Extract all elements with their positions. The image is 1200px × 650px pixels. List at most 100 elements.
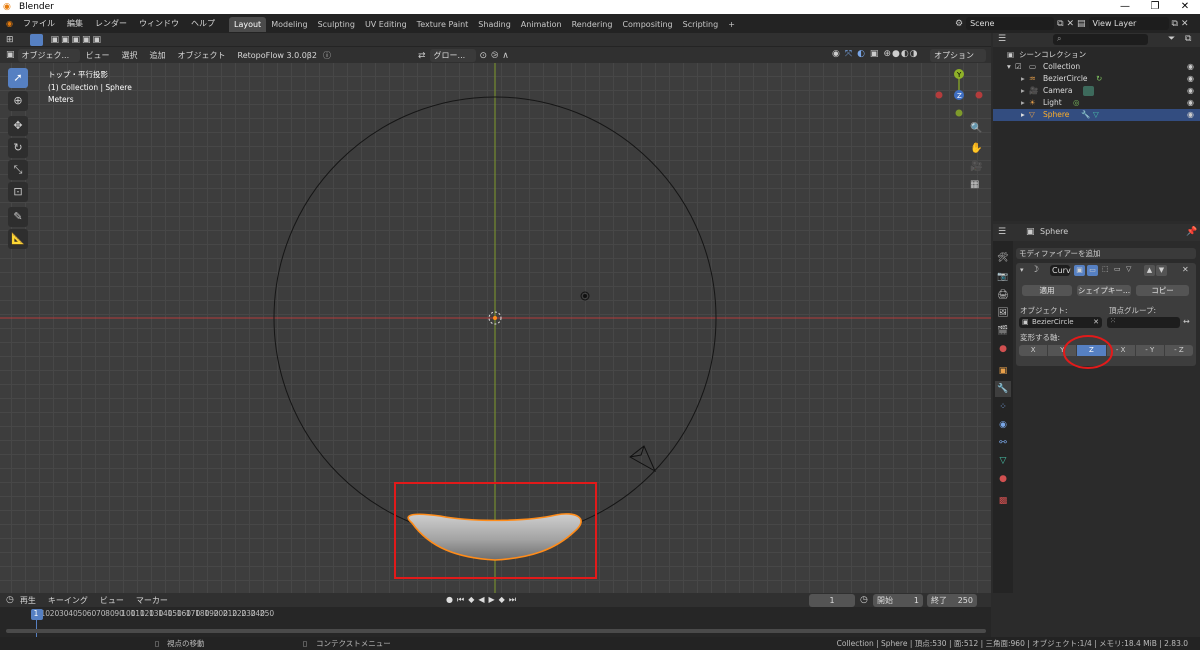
mode-dropdown[interactable]: オブジェク... [17, 48, 80, 62]
copy-button[interactable]: コピー [1136, 285, 1189, 296]
outliner-item-camera[interactable]: ▸ 🎥 Camera ◉ [993, 85, 1200, 97]
delete-view-layer-icon[interactable]: ✕ [1181, 19, 1189, 29]
add-workspace-button[interactable]: + [723, 17, 740, 32]
gizmo-icon[interactable]: ⤧ [845, 49, 852, 59]
play-reverse-icon[interactable]: ◀ [478, 595, 484, 605]
modifier-tab-icon[interactable]: 🔧 [995, 381, 1011, 397]
tool-tab-icon[interactable]: 🛠 [995, 250, 1011, 266]
invert-vgroup-icon[interactable]: ↔ [1183, 317, 1190, 326]
render-toggle-icon[interactable]: ▭ [1114, 265, 1121, 273]
current-frame-field[interactable]: 1 [809, 594, 855, 607]
axis-neg-z-button[interactable]: - Z [1164, 345, 1194, 356]
apply-button[interactable]: 適用 [1022, 285, 1072, 296]
close-window-button[interactable]: ✕ [1170, 0, 1200, 14]
object-tab-icon[interactable]: ▣ [995, 363, 1011, 379]
tab-compositing[interactable]: Compositing [617, 17, 677, 32]
remove-modifier-icon[interactable]: ✕ [1182, 265, 1189, 274]
pivot-icon[interactable]: ⊙ [480, 51, 488, 61]
outliner-scene-collection[interactable]: ▣ シーンコレクション [993, 49, 1200, 61]
play-icon[interactable]: ▶ [489, 595, 495, 605]
render-tab-icon[interactable]: 📷 [995, 269, 1011, 285]
cursor-tool-button[interactable]: ⊕ [8, 91, 28, 111]
jump-end-icon[interactable]: ⏭ [509, 595, 516, 605]
tab-layout[interactable]: Layout [228, 16, 267, 32]
move-up-icon[interactable]: ▲ [1144, 265, 1155, 276]
3d-viewport[interactable]: トップ・平行投影 (1) Collection | Sphere Meters … [0, 63, 991, 593]
properties-editor-icon[interactable]: ☰ [998, 227, 1006, 237]
xray-icon[interactable]: ▣ [870, 49, 879, 59]
tab-rendering[interactable]: Rendering [567, 17, 618, 32]
timeline-scrollbar[interactable] [6, 629, 986, 633]
help-icon[interactable]: ⓘ [323, 50, 331, 61]
menu-edit[interactable]: 編集 [61, 14, 89, 33]
view-layer-tab-icon[interactable]: 🖼 [995, 305, 1011, 321]
move-tool-button[interactable]: ✥ [8, 116, 28, 136]
new-view-layer-icon[interactable]: ⧉ [1172, 19, 1178, 29]
maximize-button[interactable]: ❐ [1140, 0, 1170, 14]
proportional-edit-icon[interactable]: ∧ [502, 51, 509, 61]
tab-modeling[interactable]: Modeling [266, 17, 312, 32]
tab-shading[interactable]: Shading [473, 17, 516, 32]
menu-help[interactable]: ヘルプ [185, 14, 221, 33]
new-collection-icon[interactable]: ⧉ [1185, 34, 1191, 44]
prev-keyframe-icon[interactable]: ◆ [468, 595, 474, 605]
delete-scene-icon[interactable]: ✕ [1067, 19, 1075, 29]
visibility-icon[interactable]: ◉ [832, 49, 840, 59]
modifier-name-field[interactable]: Curv [1050, 265, 1071, 276]
clear-object-icon[interactable]: ✕ [1093, 317, 1099, 328]
material-tab-icon[interactable]: ● [995, 471, 1011, 487]
menu-object[interactable]: オブジェクト [172, 46, 232, 65]
menu-render[interactable]: レンダー [89, 14, 133, 33]
scene-tab-icon[interactable]: 🎬 [995, 323, 1011, 339]
annotate-tool-button[interactable]: ✎ [8, 207, 28, 227]
menu-select[interactable]: 選択 [116, 46, 144, 65]
vertex-toggle-icon[interactable]: ▽ [1126, 265, 1131, 273]
rotate-tool-button[interactable]: ↻ [8, 138, 28, 158]
expand-arrow-icon[interactable]: ▸ [1021, 97, 1025, 109]
editmode-toggle-icon[interactable]: ▣ [1074, 265, 1085, 276]
object-field[interactable]: ▣ BezierCircle ✕ [1019, 317, 1102, 328]
tab-texture-paint[interactable]: Texture Paint [412, 17, 474, 32]
outliner-item-beziercircle[interactable]: ▸ ♒ BezierCircle ↻ ◉ [993, 73, 1200, 85]
outliner-editor-icon[interactable]: ☰ [998, 34, 1006, 44]
eye-icon[interactable]: ◉ [1187, 109, 1194, 121]
timeline-editor-icon[interactable]: ◷ [6, 595, 14, 605]
add-modifier-dropdown[interactable]: モディファイアーを追加 [1016, 248, 1196, 259]
menu-add[interactable]: 追加 [144, 46, 172, 65]
minimize-button[interactable]: — [1110, 0, 1140, 14]
select-tool-button[interactable]: ➚ [8, 68, 28, 88]
scene-field[interactable]: Scene [966, 17, 1055, 30]
particles-tab-icon[interactable]: ⁘ [995, 399, 1011, 415]
filter-icon[interactable]: ⏷ [1168, 34, 1175, 44]
realtime-toggle-icon[interactable]: ▭ [1087, 265, 1098, 276]
pan-hand-icon[interactable]: ✋ [970, 143, 982, 154]
checkbox-icon[interactable]: ☑ [1015, 61, 1022, 73]
outliner-item-sphere[interactable]: ▸ ▽ Sphere 🔧 ▽ ◉ [993, 109, 1200, 121]
eye-icon[interactable]: ◉ [1187, 85, 1194, 97]
end-frame-field[interactable]: 終了 250 [927, 594, 977, 607]
transform-tool-button[interactable]: ⊡ [8, 182, 28, 202]
tab-scripting[interactable]: Scripting [678, 17, 724, 32]
physics-tab-icon[interactable]: ◉ [995, 417, 1011, 433]
camera-view-icon[interactable]: 🎥 [970, 161, 982, 172]
navigation-gizmo[interactable]: Y Z [930, 67, 990, 127]
expand-arrow-icon[interactable]: ▸ [1021, 109, 1025, 121]
select-mode-icons[interactable]: ▣▣▣▣▣ [51, 35, 104, 45]
start-frame-field[interactable]: 開始 1 [873, 594, 923, 607]
overlay-icon[interactable]: ◐ [857, 49, 865, 59]
expand-arrow-icon[interactable]: ▸ [1021, 73, 1025, 85]
shapekey-button[interactable]: シェイプキー... [1077, 285, 1131, 296]
jump-start-icon[interactable]: ⏮ [457, 595, 464, 605]
world-tab-icon[interactable]: ● [995, 341, 1011, 357]
next-keyframe-icon[interactable]: ◆ [499, 595, 505, 605]
eye-icon[interactable]: ◉ [1187, 97, 1194, 109]
options-dropdown[interactable]: オプション [930, 49, 986, 62]
expand-arrow-icon[interactable]: ▾ [1007, 61, 1011, 73]
perspective-grid-icon[interactable]: ▦ [970, 179, 979, 190]
tab-sculpting[interactable]: Sculpting [313, 17, 360, 32]
blender-menu-icon[interactable]: ◉ [0, 14, 17, 33]
new-scene-icon[interactable]: ⧉ [1057, 19, 1063, 29]
outliner-collection[interactable]: ▾ ☑ ▭ Collection ◉ [993, 61, 1200, 73]
eye-icon[interactable]: ◉ [1187, 61, 1194, 73]
data-tab-icon[interactable]: ▽ [995, 453, 1011, 469]
